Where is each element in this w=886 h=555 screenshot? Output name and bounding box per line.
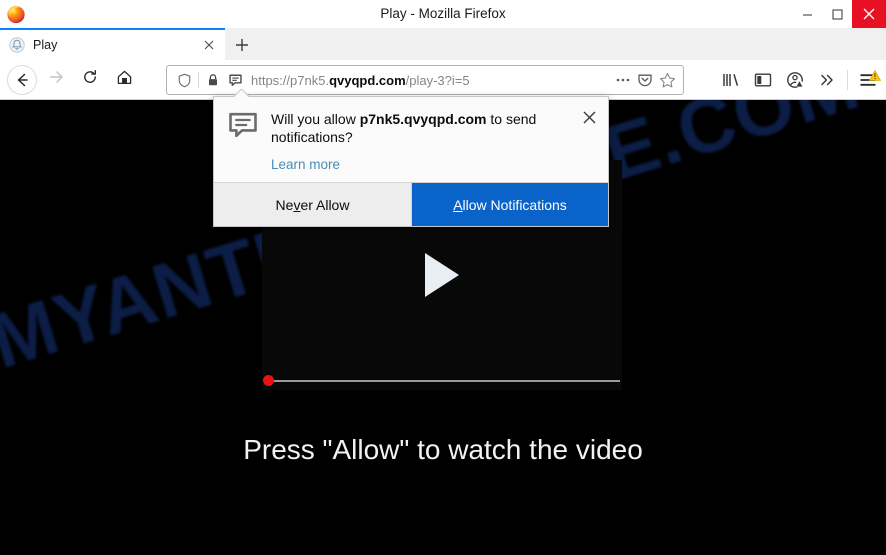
- chevron-double-right-icon[interactable]: [811, 65, 843, 95]
- tab-strip: Play: [0, 28, 886, 60]
- url-scheme: https://p7nk5.: [251, 72, 330, 88]
- notification-permission-popup: Will you allow p7nk5.qvyqpd.com to send …: [213, 96, 609, 227]
- url-display[interactable]: https://p7nk5.qvyqpd.com/play-3?i=5: [251, 73, 612, 88]
- shield-icon[interactable]: [173, 69, 195, 91]
- minimize-button[interactable]: [792, 0, 822, 28]
- reload-button[interactable]: [73, 65, 107, 95]
- speech-bubble-icon[interactable]: [224, 69, 246, 91]
- toolbar-right: [715, 65, 884, 95]
- window-title: Play - Mozilla Firefox: [380, 6, 506, 21]
- account-warning-icon[interactable]: [779, 65, 811, 95]
- title-bar: Play - Mozilla Firefox: [0, 0, 886, 28]
- ellipsis-icon[interactable]: [612, 69, 634, 91]
- hamburger-menu-button[interactable]: [852, 65, 884, 95]
- lock-icon[interactable]: [202, 69, 224, 91]
- never-allow-button[interactable]: Never Allow: [214, 183, 412, 226]
- tab-play[interactable]: Play: [0, 28, 225, 60]
- toolbar-divider: [847, 70, 848, 90]
- close-icon[interactable]: [199, 35, 219, 55]
- sidebar-icon[interactable]: [747, 65, 779, 95]
- progress-handle[interactable]: [263, 375, 274, 386]
- bell-favicon-icon: [9, 37, 25, 53]
- speech-bubble-icon: [228, 112, 258, 140]
- arrow-right-icon: [48, 69, 64, 90]
- popup-message-host: p7nk5.qvyqpd.com: [359, 111, 487, 127]
- close-icon[interactable]: [579, 107, 599, 127]
- home-icon: [116, 69, 133, 91]
- home-button[interactable]: [107, 65, 141, 95]
- urlbar-actions: [612, 69, 678, 91]
- url-path: /play-3?i=5: [405, 72, 470, 88]
- library-icon[interactable]: [715, 65, 747, 95]
- popup-message: Will you allow p7nk5.qvyqpd.com to send …: [271, 110, 596, 147]
- popup-actions: Never Allow Allow Notifications: [214, 182, 608, 226]
- pocket-icon[interactable]: [634, 69, 656, 91]
- progress-track: [268, 380, 620, 382]
- close-button[interactable]: [852, 0, 886, 28]
- warning-triangle-icon: [868, 68, 882, 81]
- tab-label: Play: [33, 38, 58, 52]
- popup-body: Will you allow p7nk5.qvyqpd.com to send …: [214, 97, 608, 183]
- popup-arrow: [234, 89, 250, 97]
- maximize-button[interactable]: [822, 0, 852, 28]
- popup-message-prefix: Will you allow: [271, 111, 360, 127]
- firefox-logo-icon: [5, 3, 27, 25]
- play-triangle-icon[interactable]: [425, 253, 459, 297]
- url-host: qvyqpd.com: [329, 72, 406, 88]
- allow-notifications-button[interactable]: Allow Notifications: [412, 183, 608, 226]
- learn-more-link[interactable]: Learn more: [271, 157, 596, 172]
- arrow-left-icon: [7, 64, 37, 95]
- browser-window: Play - Mozilla Firefox Play https://p7nk…: [0, 0, 886, 555]
- call-to-action-text: Press "Allow" to watch the video: [243, 434, 643, 465]
- video-progress-bar[interactable]: [262, 375, 622, 387]
- reload-icon: [82, 69, 98, 90]
- star-icon[interactable]: [656, 69, 678, 91]
- forward-button: [39, 65, 73, 95]
- window-controls: [792, 0, 886, 28]
- urlbar-divider: [198, 72, 199, 88]
- back-button[interactable]: [5, 64, 39, 95]
- new-tab-button[interactable]: [228, 32, 256, 58]
